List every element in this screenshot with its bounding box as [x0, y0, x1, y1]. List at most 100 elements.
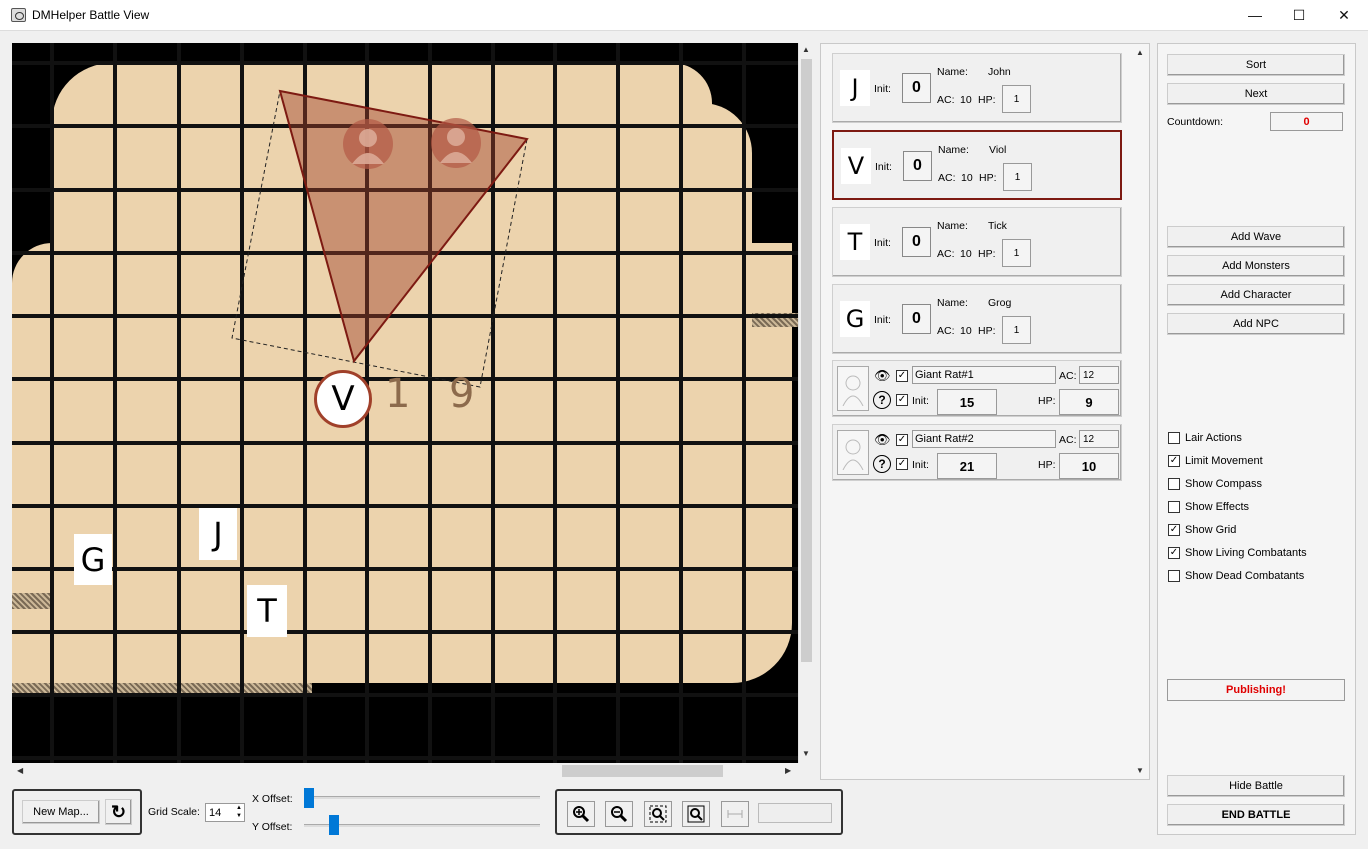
token-j[interactable]: J	[199, 508, 237, 560]
distance-readout	[758, 803, 832, 823]
token-v-active[interactable]: V	[314, 370, 372, 428]
add-npc-button[interactable]: Add NPC	[1167, 313, 1345, 335]
monster-name-field[interactable]: Giant Rat#2	[912, 430, 1056, 448]
option-checkbox[interactable]: ✓	[1168, 455, 1180, 467]
hp-value[interactable]: 1	[1002, 85, 1031, 113]
sort-button[interactable]: Sort	[1167, 54, 1345, 76]
zoom-fit-icon[interactable]	[644, 801, 672, 827]
battle-map[interactable]: G J T V 1 9	[12, 43, 798, 763]
unknown-icon: ?	[873, 455, 891, 473]
close-button[interactable]: ✕	[1321, 0, 1367, 30]
option-checkbox[interactable]: ✓	[1168, 547, 1180, 559]
scroll-right-icon[interactable]: ▶	[785, 766, 791, 775]
option-show-living-combatants[interactable]: ✓ Show Living Combatants	[1168, 545, 1307, 561]
add-character-button[interactable]: Add Character	[1167, 284, 1345, 306]
measure-distance-icon[interactable]	[721, 801, 749, 827]
zoom-out-icon[interactable]	[605, 801, 633, 827]
init-value[interactable]: 0	[902, 304, 931, 334]
end-battle-button[interactable]: END BATTLE	[1167, 804, 1345, 826]
init-label: Init:	[874, 237, 891, 249]
monster-init-field[interactable]: 21	[937, 453, 997, 479]
monster-ac-field[interactable]: 12	[1079, 366, 1119, 384]
option-checkbox[interactable]	[1168, 570, 1180, 582]
init-label: Init:	[912, 395, 929, 407]
add-monsters-button[interactable]: Add Monsters	[1167, 255, 1345, 277]
scroll-down-icon[interactable]: ▼	[802, 749, 810, 758]
hp-value[interactable]: 1	[1002, 316, 1031, 344]
init-value[interactable]: 0	[902, 227, 931, 257]
init-value[interactable]: 0	[902, 73, 931, 103]
ac-label: AC:	[1059, 370, 1077, 382]
cone-area	[278, 89, 529, 364]
monster-hp-field[interactable]: 10	[1059, 453, 1119, 479]
visible-checkbox[interactable]: ✓	[896, 434, 908, 446]
hide-battle-button[interactable]: Hide Battle	[1167, 775, 1345, 797]
next-button[interactable]: Next	[1167, 83, 1345, 105]
hp-label: HP:	[1038, 459, 1056, 471]
option-checkbox[interactable]	[1168, 432, 1180, 444]
option-show-grid[interactable]: ✓ Show Grid	[1168, 522, 1236, 538]
x-offset-slider[interactable]	[304, 788, 314, 808]
y-offset-slider[interactable]	[328, 815, 339, 835]
monster-card[interactable]: 👁 ✓? ✓ Giant Rat#2 AC: 12 Init: 21 HP: 10	[832, 424, 1122, 481]
monster-card[interactable]: 👁 ✓? ✓ Giant Rat#1 AC: 12 Init: 15 HP: 9	[832, 360, 1122, 417]
scroll-up-icon[interactable]: ▲	[1136, 48, 1144, 57]
combatant-card[interactable]: G Init: 0 Name: Grog AC: 10 HP: 1	[832, 284, 1122, 354]
zoom-in-icon[interactable]	[567, 801, 595, 827]
maximize-button[interactable]: ☐	[1276, 0, 1322, 30]
map-horizontal-scrollbar[interactable]: ◀ ▶	[12, 763, 798, 779]
minimize-button[interactable]: —	[1232, 0, 1278, 30]
monster-token-icon[interactable]	[342, 118, 394, 170]
known-checkbox[interactable]: ✓	[896, 394, 908, 406]
option-checkbox[interactable]	[1168, 478, 1180, 490]
refresh-icon[interactable]: ↻	[105, 799, 132, 825]
y-offset-track[interactable]	[304, 824, 540, 827]
token-g[interactable]: G	[74, 534, 112, 585]
option-limit-movement[interactable]: ✓ Limit Movement	[1168, 453, 1263, 469]
init-label: Init:	[874, 83, 891, 95]
monster-ac-field[interactable]: 12	[1079, 430, 1119, 448]
option-show-effects[interactable]: Show Effects	[1168, 499, 1249, 515]
option-checkbox[interactable]	[1168, 501, 1180, 513]
known-checkbox[interactable]: ✓	[896, 458, 908, 470]
hp-value[interactable]: 1	[1002, 239, 1031, 267]
title-bar: DMHelper Battle View — ☐ ✕	[0, 0, 1368, 31]
distance-digit: 9	[449, 371, 475, 417]
add-wave-button[interactable]: Add Wave	[1167, 226, 1345, 248]
monster-init-field[interactable]: 15	[937, 389, 997, 415]
combatant-card[interactable]: J Init: 0 Name: John AC: 10 HP: 1	[832, 53, 1122, 123]
hp-value[interactable]: 1	[1003, 163, 1032, 191]
ac-value: 10	[960, 94, 972, 106]
monster-token-icon[interactable]	[430, 117, 482, 169]
map-group: New Map... ↻	[12, 789, 142, 835]
x-offset-track[interactable]	[304, 796, 540, 799]
option-label: Show Dead Combatants	[1185, 570, 1305, 582]
map-vscroll-thumb[interactable]	[801, 59, 812, 662]
combatant-list-scrollbar[interactable]: ▲ ▼	[1132, 44, 1149, 779]
eye-icon: 👁	[874, 432, 891, 447]
combatant-card[interactable]: V Init: 0 Name: Viol AC: 10 HP: 1	[832, 130, 1122, 200]
publishing-status: Publishing!	[1167, 679, 1345, 701]
token-t[interactable]: T	[247, 585, 287, 637]
option-lair-actions[interactable]: Lair Actions	[1168, 430, 1242, 446]
init-value[interactable]: 0	[903, 151, 932, 181]
scroll-left-icon[interactable]: ◀	[17, 766, 23, 775]
option-checkbox[interactable]: ✓	[1168, 524, 1180, 536]
grid-scale-spinbox[interactable]: 14 ▲ ▼	[205, 803, 245, 822]
zoom-select-icon[interactable]	[682, 801, 710, 827]
init-label: Init:	[874, 314, 891, 326]
combatant-name: Viol	[989, 144, 1007, 156]
option-show-compass[interactable]: Show Compass	[1168, 476, 1262, 492]
scroll-up-icon[interactable]: ▲	[802, 45, 810, 54]
option-show-dead-combatants[interactable]: Show Dead Combatants	[1168, 568, 1304, 584]
map-hscroll-thumb[interactable]	[562, 765, 723, 777]
new-map-button[interactable]: New Map...	[22, 800, 100, 824]
monster-hp-field[interactable]: 9	[1059, 389, 1119, 415]
monster-name-field[interactable]: Giant Rat#1	[912, 366, 1056, 384]
countdown-value: 0	[1270, 112, 1343, 131]
scroll-down-icon[interactable]: ▼	[1136, 766, 1144, 775]
visible-checkbox[interactable]: ✓	[896, 370, 908, 382]
combatant-card[interactable]: T Init: 0 Name: Tick AC: 10 HP: 1	[832, 207, 1122, 277]
map-vertical-scrollbar[interactable]: ▲ ▼	[798, 43, 813, 763]
spin-arrows-icon[interactable]: ▲ ▼	[236, 804, 242, 820]
